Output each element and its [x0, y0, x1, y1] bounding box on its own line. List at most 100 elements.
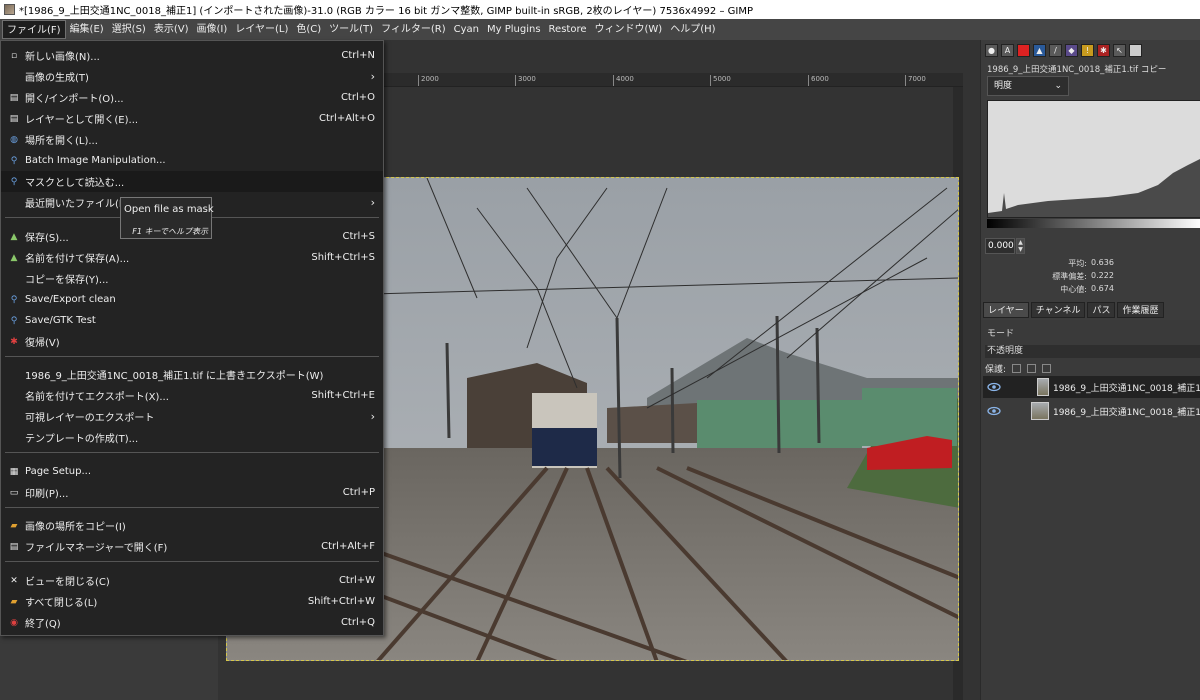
- range-spin-button[interactable]: ▲ ▼: [1016, 238, 1025, 254]
- menu-item-open[interactable]: ▤ 開く/インポート(O)... Ctrl+O: [1, 87, 383, 108]
- channel-value: 明度: [994, 81, 1013, 91]
- tooltip-text: Open file as mask: [124, 204, 214, 215]
- menu-item-open-location[interactable]: ◍ 場所を開く(L)...: [1, 129, 383, 150]
- lock-row: 保護:: [985, 362, 1052, 375]
- menu-item-label: 可視レイヤーのエクスポート: [25, 413, 155, 424]
- menu-image[interactable]: 画像(I): [193, 20, 232, 39]
- menu-item-label: Save/Export clean: [25, 294, 116, 305]
- quit-icon: ◉: [10, 617, 18, 628]
- file-manager-icon: ▤: [9, 541, 19, 552]
- tab-channels[interactable]: チャンネル: [1030, 302, 1086, 318]
- menu-my-plugins[interactable]: My Plugins: [483, 20, 545, 39]
- menu-item-overwrite-export[interactable]: 1986_9_上田交通1NC_0018_補正1.tif に上書きエクスポート(W…: [1, 364, 383, 385]
- menu-item-open-file-manager[interactable]: ▤ ファイルマネージャーで開く(F) Ctrl+Alt+F: [1, 536, 383, 557]
- new-image-icon: ▫: [10, 50, 18, 61]
- menu-item-print[interactable]: ▭ 印刷(P)... Ctrl+P: [1, 482, 383, 503]
- menu-item-label: 復帰(V): [25, 338, 60, 349]
- ruler-tick: 6000: [808, 75, 829, 86]
- layer-row[interactable]: 1986_9_上田交通1NC_0018_補正1: [983, 376, 1200, 398]
- menu-tools[interactable]: ツール(T): [325, 20, 377, 39]
- text-icon[interactable]: A: [1001, 44, 1014, 57]
- menu-item-shortcut: Ctrl+O: [340, 92, 375, 103]
- menu-item-shortcut: Shift+Ctrl+S: [311, 252, 375, 263]
- menu-item-save-as[interactable]: ▲ 名前を付けて保存(A)... Shift+Ctrl+S: [1, 247, 383, 268]
- menu-item-shortcut: Ctrl+W: [338, 575, 375, 586]
- menu-select[interactable]: 選択(S): [108, 20, 150, 39]
- menu-item-label: 終了(Q): [25, 619, 61, 630]
- menu-item-create-template[interactable]: テンプレートの作成(T)...: [1, 427, 383, 448]
- menu-cyan[interactable]: Cyan: [450, 20, 483, 39]
- brush-icon[interactable]: /: [1049, 44, 1062, 57]
- menu-windows[interactable]: ウィンドウ(W): [591, 20, 667, 39]
- lock-alpha-icon[interactable]: [1042, 364, 1052, 373]
- layer-thumbnail: [1031, 402, 1049, 420]
- open-location-icon: ◍: [10, 134, 18, 145]
- layer-mode-label[interactable]: モード: [987, 326, 1014, 339]
- ruler-tick: 3000: [515, 75, 536, 86]
- histogram-range-start-input[interactable]: 0.000: [985, 238, 1015, 254]
- dynamics-icon[interactable]: ✱: [1097, 44, 1110, 57]
- menu-item-quit[interactable]: ◉ 終了(Q) Ctrl+Q: [1, 612, 383, 633]
- histogram-graph[interactable]: [987, 100, 1200, 218]
- tab-undo-history[interactable]: 作業履歴: [1117, 302, 1164, 318]
- menu-item-new-image[interactable]: ▫ 新しい画像(N)... Ctrl+N: [1, 45, 383, 66]
- lock-position-icon[interactable]: [1027, 364, 1037, 373]
- pointer-icon[interactable]: ●: [985, 44, 998, 57]
- menu-file[interactable]: ファイル(F): [2, 20, 66, 39]
- menu-item-label: Batch Image Manipulation...: [25, 155, 166, 166]
- menu-view[interactable]: 表示(V): [150, 20, 193, 39]
- cursor-icon[interactable]: ↖: [1113, 44, 1126, 57]
- menu-item-close-all[interactable]: ▰ すべて閉じる(L) Shift+Ctrl+W: [1, 591, 383, 612]
- menu-edit[interactable]: 編集(E): [66, 20, 108, 39]
- histogram-channel-select[interactable]: 明度 ⌄: [987, 76, 1069, 96]
- menu-help[interactable]: ヘルプ(H): [666, 20, 719, 39]
- menu-item-label: ビューを閉じる(C): [25, 577, 110, 588]
- layer-name: 1986_9_上田交通1NC_0018_補正1: [1052, 407, 1200, 418]
- menu-item-save-export-clean[interactable]: ⚲ Save/Export clean: [1, 289, 383, 310]
- menubar: ファイル(F) 編集(E) 選択(S) 表示(V) 画像(I) レイヤー(L) …: [0, 19, 1200, 40]
- menu-item-save-copy[interactable]: コピーを保存(Y)...: [1, 268, 383, 289]
- menu-item-label: 場所を開く(L)...: [25, 136, 98, 147]
- menu-item-shortcut: Ctrl+N: [341, 50, 375, 61]
- menu-item-export-as[interactable]: 名前を付けてエクスポート(X)... Shift+Ctrl+E: [1, 385, 383, 406]
- tab-paths[interactable]: パス: [1087, 302, 1116, 318]
- menu-layer[interactable]: レイヤー(L): [231, 20, 292, 39]
- layers-dock-tabs: レイヤー チャンネル パス 作業履歴: [983, 302, 1164, 318]
- menu-item-export-visible-layers[interactable]: 可視レイヤーのエクスポート ›: [1, 406, 383, 427]
- menu-filters[interactable]: フィルター(R): [377, 20, 450, 39]
- color-icon[interactable]: [1017, 44, 1030, 57]
- pattern-icon[interactable]: ◆: [1065, 44, 1078, 57]
- lock-pixels-icon[interactable]: [1012, 364, 1022, 373]
- menu-separator: [5, 507, 379, 508]
- histogram-curve: [988, 159, 1200, 217]
- menu-item-close-view[interactable]: ✕ ビューを閉じる(C) Ctrl+W: [1, 570, 383, 591]
- layer-row[interactable]: 1986_9_上田交通1NC_0018_補正1: [983, 400, 1200, 422]
- file-menu: ▫ 新しい画像(N)... Ctrl+N 画像の生成(T) › ▤ 開く/インポート(O…: [0, 40, 384, 636]
- stat-value: 0.222: [1091, 271, 1114, 280]
- menu-item-shortcut: Shift+Ctrl+E: [311, 390, 375, 401]
- menu-item-shortcut: Ctrl+S: [342, 231, 375, 242]
- tooltip-help-hint: F1 キーでヘルプ表示: [132, 227, 208, 236]
- menu-colors[interactable]: 色(C): [292, 20, 325, 39]
- menu-separator: [5, 452, 379, 453]
- menu-item-create[interactable]: 画像の生成(T) ›: [1, 66, 383, 87]
- menu-item-label: コピーを保存(Y)...: [25, 275, 109, 286]
- menu-item-batch-image-manipulation[interactable]: ⚲ Batch Image Manipulation...: [1, 150, 383, 171]
- gradient-icon[interactable]: [1129, 44, 1142, 57]
- opacity-slider[interactable]: 不透明度: [985, 345, 1200, 358]
- menu-item-label: 印刷(P)...: [25, 489, 69, 500]
- warning-icon[interactable]: !: [1081, 44, 1094, 57]
- menu-item-revert[interactable]: ✱ 復帰(V): [1, 331, 383, 352]
- menu-item-load-as-mask[interactable]: ⚲ マスクとして読込む...: [1, 171, 383, 192]
- open-icon: ▤: [9, 92, 19, 103]
- menu-item-copy-location[interactable]: ▰ 画像の場所をコピー(I): [1, 515, 383, 536]
- menu-item-page-setup[interactable]: ▦ Page Setup...: [1, 461, 383, 482]
- visibility-eye-icon[interactable]: [987, 378, 1001, 396]
- histogram-icon[interactable]: ▲: [1033, 44, 1046, 57]
- menu-item-label: 新しい画像(N)...: [25, 52, 100, 63]
- menu-item-open-as-layers[interactable]: ▤ レイヤーとして開く(E)... Ctrl+Alt+O: [1, 108, 383, 129]
- menu-item-save-gtk-test[interactable]: ⚲ Save/GTK Test: [1, 310, 383, 331]
- tab-layers[interactable]: レイヤー: [983, 302, 1029, 318]
- visibility-eye-icon[interactable]: [987, 402, 1001, 420]
- menu-restore[interactable]: Restore: [545, 20, 591, 39]
